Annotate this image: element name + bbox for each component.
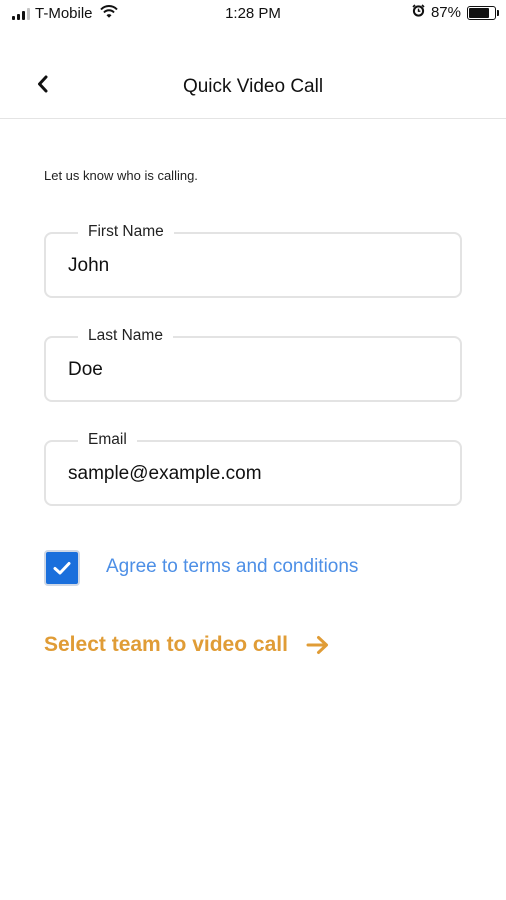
terms-checkbox[interactable] [44, 550, 80, 586]
arrow-right-icon [306, 636, 328, 654]
select-team-label: Select team to video call [44, 633, 288, 656]
first-name-field[interactable]: First Name John [44, 222, 462, 298]
email-label: Email [78, 430, 137, 450]
alarm-icon [412, 4, 425, 21]
form-prompt: Let us know who is calling. [44, 168, 198, 183]
last-name-value[interactable]: Doe [68, 358, 103, 382]
select-team-button[interactable]: Select team to video call [44, 633, 330, 657]
page-title: Quick Video Call [182, 76, 324, 97]
checkmark-icon [53, 562, 71, 575]
first-name-label: First Name [78, 222, 174, 242]
battery-percent: 87% [430, 4, 461, 21]
last-name-label: Last Name [78, 326, 173, 346]
email-field[interactable]: Email sample@example.com [44, 430, 462, 506]
terms-link[interactable]: Agree to terms and conditions [106, 556, 358, 578]
battery-icon [467, 5, 499, 20]
last-name-field[interactable]: Last Name Doe [44, 326, 462, 402]
status-right: 87% [412, 4, 499, 21]
email-value[interactable]: sample@example.com [68, 462, 262, 486]
nav-bar: Quick Video Call [0, 56, 506, 119]
status-bar: T-Mobile 1:28 PM 87% [0, 0, 506, 30]
first-name-value[interactable]: John [68, 254, 109, 278]
